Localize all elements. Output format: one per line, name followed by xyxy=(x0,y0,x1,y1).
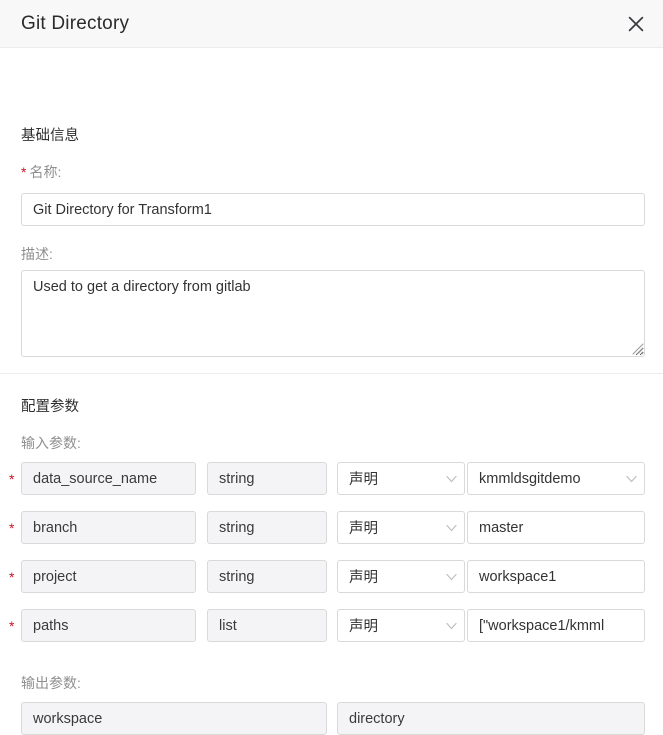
name-label-text: 名称: xyxy=(29,164,62,180)
param-source-value: 声明 xyxy=(349,521,378,537)
output-params-label: 输出参数: xyxy=(21,675,81,691)
close-icon xyxy=(627,15,645,33)
param-source-value: 声明 xyxy=(349,472,378,488)
param-value-input[interactable] xyxy=(467,560,645,593)
chevron-down-icon xyxy=(438,524,464,532)
config-params-heading: 配置参数 xyxy=(21,399,79,415)
param-type-input[interactable] xyxy=(207,511,327,544)
chevron-down-icon xyxy=(438,573,464,581)
dialog-header: Git Directory xyxy=(0,0,663,48)
section-divider xyxy=(0,373,663,374)
dialog-title: Git Directory xyxy=(21,13,130,34)
param-source-select[interactable]: 声明 xyxy=(337,609,465,642)
input-params-label: 输入参数: xyxy=(21,435,81,451)
param-name-input[interactable] xyxy=(21,609,196,642)
output-param-workspace-input[interactable] xyxy=(21,702,327,735)
name-required-asterisk: * xyxy=(21,164,27,180)
param-value-text: kmmldsgitdemo xyxy=(479,470,581,487)
name-input[interactable] xyxy=(21,193,645,226)
chevron-down-icon xyxy=(618,475,644,483)
param-value-input[interactable] xyxy=(467,609,645,642)
param-name-input[interactable] xyxy=(21,511,196,544)
param-name-input[interactable] xyxy=(21,560,196,593)
output-param-directory-input[interactable] xyxy=(337,702,645,735)
name-field-label: * 名称: xyxy=(21,162,61,182)
param-name-input[interactable] xyxy=(21,462,196,495)
param-type-input[interactable] xyxy=(207,462,327,495)
chevron-down-icon xyxy=(438,475,464,483)
param-value-input[interactable] xyxy=(467,511,645,544)
basic-info-heading: 基础信息 xyxy=(21,128,79,144)
param-source-select[interactable]: 声明 xyxy=(337,462,465,495)
param-source-select[interactable]: 声明 xyxy=(337,511,465,544)
param-value-select[interactable]: kmmldsgitdemo xyxy=(467,462,645,495)
param-type-input[interactable] xyxy=(207,560,327,593)
row-required-asterisk: * xyxy=(9,520,15,536)
row-required-asterisk: * xyxy=(9,471,15,487)
param-source-select[interactable]: 声明 xyxy=(337,560,465,593)
chevron-down-icon xyxy=(438,622,464,630)
close-button[interactable] xyxy=(623,11,649,37)
row-required-asterisk: * xyxy=(9,618,15,634)
param-source-value: 声明 xyxy=(349,619,378,635)
description-field-label: 描述: xyxy=(21,246,53,262)
param-source-value: 声明 xyxy=(349,570,378,586)
param-type-input[interactable] xyxy=(207,609,327,642)
description-textarea[interactable]: Used to get a directory from gitlab xyxy=(21,270,645,357)
row-required-asterisk: * xyxy=(9,569,15,585)
